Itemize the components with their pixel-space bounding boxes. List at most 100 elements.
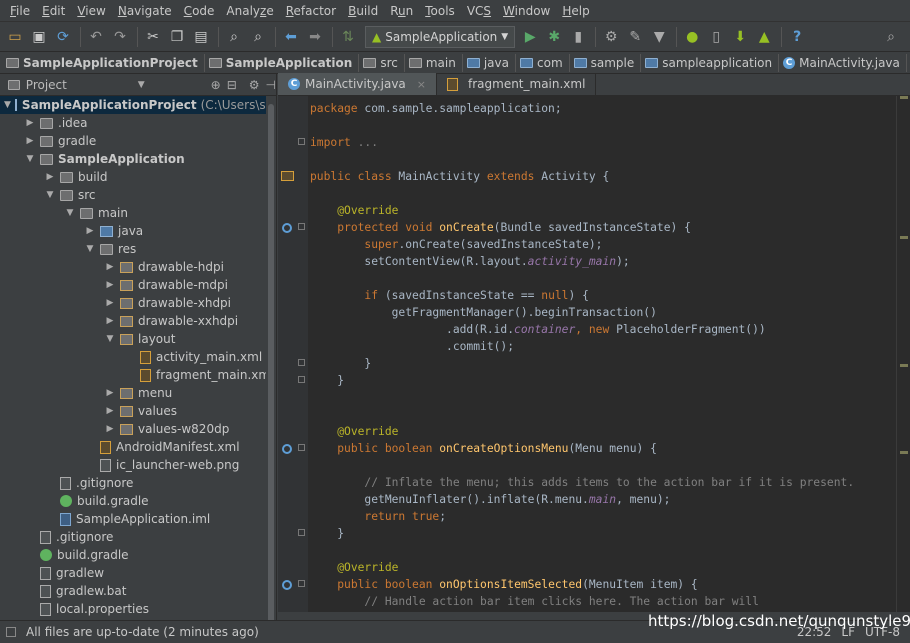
tree-item[interactable]: ▼ layout	[0, 330, 176, 348]
breadcrumb-item[interactable]: sample	[573, 53, 642, 72]
status-panel-icon[interactable]	[6, 626, 16, 637]
override-marker-icon[interactable]	[282, 444, 292, 454]
override-marker-icon[interactable]	[282, 223, 292, 233]
menu-item-run[interactable]: Run	[384, 0, 419, 22]
tree-item[interactable]: ▶ java	[0, 222, 144, 240]
tree-item[interactable]: ▼ SampleApplication	[0, 150, 185, 168]
fold-toggle-icon[interactable]	[298, 376, 305, 383]
breadcrumb-item[interactable]: main	[408, 53, 463, 72]
stripe-mark[interactable]	[900, 364, 908, 367]
menu-item-tools[interactable]: Tools	[419, 0, 461, 22]
collapsed-arrow-icon[interactable]: ▶	[24, 136, 36, 146]
tree-item[interactable]: ic_launcher-web.png	[0, 456, 239, 474]
paste-icon[interactable]: ▤	[190, 26, 212, 48]
tree-item[interactable]: ▼ main	[0, 204, 128, 222]
replace-icon[interactable]: ⌕	[247, 26, 269, 48]
android-device-icon[interactable]: ▲	[753, 26, 775, 48]
tree-item[interactable]: ▼ res	[0, 240, 137, 258]
tree-item[interactable]: ▶ menu	[0, 384, 173, 402]
tree-item[interactable]: ▶ drawable-xhdpi	[0, 294, 231, 312]
tree-item[interactable]: ▶ values-w820dp	[0, 420, 230, 438]
sdk-download-icon[interactable]: ⬇	[729, 26, 751, 48]
class-marker-icon[interactable]	[281, 171, 294, 181]
tree-item[interactable]: gradlew	[0, 564, 104, 582]
collapsed-arrow-icon[interactable]: ▶	[104, 424, 116, 434]
attach-debugger-icon[interactable]: ▮	[567, 26, 589, 48]
stripe-mark[interactable]	[900, 451, 908, 454]
tree-item[interactable]: ▶ drawable-xxhdpi	[0, 312, 239, 330]
stripe-mark[interactable]	[900, 96, 908, 99]
gear-icon[interactable]: ⚙	[249, 78, 260, 92]
avd-manager-icon[interactable]: ▯	[705, 26, 727, 48]
expanded-arrow-icon[interactable]: ▼	[4, 100, 11, 110]
tree-item[interactable]: AndroidManifest.xml	[0, 438, 240, 456]
expanded-arrow-icon[interactable]: ▼	[44, 190, 56, 200]
error-stripe[interactable]	[897, 96, 910, 612]
tree-item[interactable]: build.gradle	[0, 492, 149, 510]
close-icon[interactable]: ×	[417, 78, 426, 91]
run-configuration-select[interactable]: ▲ SampleApplication ▼	[365, 25, 516, 48]
search-everywhere-icon[interactable]: ⌕	[880, 26, 902, 48]
tree-item[interactable]: ▶ build	[0, 168, 108, 186]
breadcrumb-item[interactable]: C MainActivity.java	[783, 53, 907, 72]
fold-toggle-icon[interactable]	[298, 529, 305, 536]
cut-icon[interactable]: ✂	[142, 26, 164, 48]
fold-toggle-icon[interactable]	[298, 359, 305, 366]
expanded-arrow-icon[interactable]: ▼	[104, 334, 116, 344]
tree-item[interactable]: build.gradle	[0, 546, 129, 564]
monitor-icon[interactable]: ●	[681, 26, 703, 48]
tree-item[interactable]: ▶ drawable-mdpi	[0, 276, 228, 294]
collapsed-arrow-icon[interactable]: ▶	[104, 298, 116, 308]
scroll-from-source-icon[interactable]: ⊕	[211, 78, 221, 92]
menu-item-vcs[interactable]: VCS	[461, 0, 497, 22]
make-project-icon[interactable]: ⇅	[337, 26, 359, 48]
sync-icon[interactable]: ⟳	[52, 26, 74, 48]
collapsed-arrow-icon[interactable]: ▶	[44, 172, 56, 182]
menu-item-window[interactable]: Window	[497, 0, 556, 22]
collapsed-arrow-icon[interactable]: ▶	[84, 226, 96, 236]
undo-icon[interactable]: ↶	[85, 26, 107, 48]
editor-gutter[interactable]	[278, 96, 308, 612]
tree-item[interactable]: ▼ SampleApplicationProject (C:\Users\sams	[0, 96, 266, 114]
tree-item[interactable]: gradlew.bat	[0, 582, 126, 600]
collapsed-arrow-icon[interactable]: ▶	[104, 388, 116, 398]
tree-item[interactable]: activity_main.xml	[0, 348, 262, 366]
redo-icon[interactable]: ↷	[109, 26, 131, 48]
fold-toggle-icon[interactable]	[298, 223, 305, 230]
project-view-label[interactable]: Project	[26, 78, 124, 92]
breadcrumb-item[interactable]: SampleApplicationProject	[6, 53, 205, 72]
expanded-arrow-icon[interactable]: ▼	[84, 244, 96, 254]
tree-item[interactable]: ▶ gradle	[0, 132, 97, 150]
tree-item[interactable]: local.properties	[0, 600, 149, 618]
breadcrumb-item[interactable]: java	[466, 53, 516, 72]
copy-icon[interactable]: ❐	[166, 26, 188, 48]
forward-icon[interactable]: ➡	[304, 26, 326, 48]
back-icon[interactable]: ⬅	[280, 26, 302, 48]
tree-item[interactable]: ▶ drawable-hdpi	[0, 258, 224, 276]
collapsed-arrow-icon[interactable]: ▶	[24, 118, 36, 128]
menu-item-edit[interactable]: Edit	[36, 0, 71, 22]
project-scrollbar[interactable]	[268, 104, 274, 624]
stripe-mark[interactable]	[900, 236, 908, 239]
chevron-down-icon[interactable]: ▼	[138, 80, 145, 90]
tree-item[interactable]: ▶ values	[0, 402, 178, 420]
expanded-arrow-icon[interactable]: ▼	[24, 154, 36, 164]
run-icon[interactable]: ▶	[519, 26, 541, 48]
debug-icon[interactable]: ✱	[543, 26, 565, 48]
menu-item-analyze[interactable]: Analyze	[220, 0, 279, 22]
breadcrumb-item[interactable]: SampleApplication	[208, 53, 360, 72]
collapsed-arrow-icon[interactable]: ▶	[104, 262, 116, 272]
fold-toggle-icon[interactable]	[298, 138, 305, 145]
breadcrumb-item[interactable]: sampleapplication	[645, 53, 780, 72]
tree-item[interactable]: ▼ src	[0, 186, 96, 204]
breadcrumb-item[interactable]: src	[363, 53, 405, 72]
open-folder-icon[interactable]: ▭	[4, 26, 26, 48]
hide-panel-icon[interactable]: ⊣	[266, 78, 276, 92]
override-marker-icon[interactable]	[282, 580, 292, 590]
project-structure-icon[interactable]: ⚙	[600, 26, 622, 48]
find-icon[interactable]: ⌕	[223, 26, 245, 48]
code-editor[interactable]: package com.sample.sampleapplication; imp…	[278, 96, 910, 612]
menu-item-file[interactable]: File	[4, 0, 36, 22]
menu-item-build[interactable]: Build	[342, 0, 384, 22]
menu-item-navigate[interactable]: Navigate	[112, 0, 178, 22]
